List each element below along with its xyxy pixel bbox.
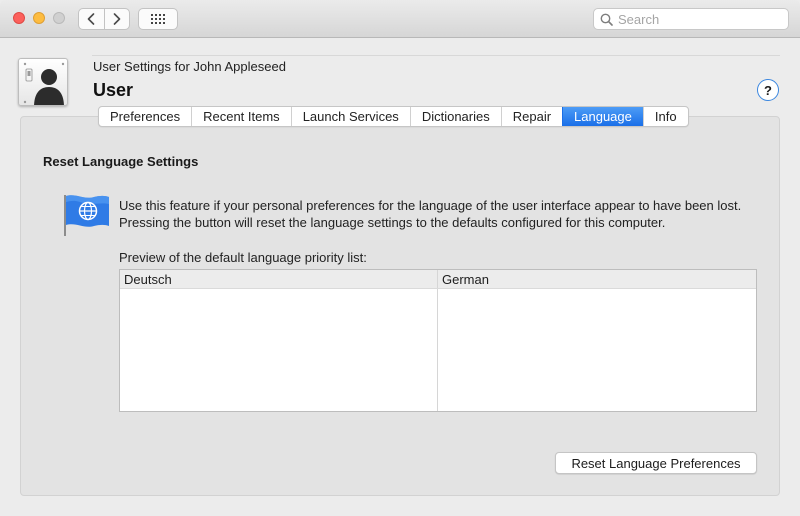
preview-label: Preview of the default language priority… [119,250,367,265]
tab-info[interactable]: Info [642,107,688,126]
show-all-grid-icon [151,14,165,24]
chevron-right-icon [113,13,121,25]
language-priority-table[interactable]: Deutsch German [119,269,757,412]
search-field[interactable] [593,8,789,30]
table-column-english [438,289,756,411]
header-divider [92,55,780,56]
globe-flag-icon [62,192,110,238]
tab-dictionaries[interactable]: Dictionaries [409,107,501,126]
toolbar [0,0,800,38]
description-text: Use this feature if your personal prefer… [119,198,742,230]
minimize-window-button[interactable] [33,12,45,24]
search-icon [600,13,613,26]
zoom-window-button [53,12,65,24]
page-subtitle: User Settings for John Appleseed [93,59,286,74]
search-input[interactable] [618,11,778,27]
tab-bar: Preferences Recent Items Launch Services… [98,106,689,127]
forward-button[interactable] [103,9,130,29]
table-body [120,289,756,411]
close-window-button[interactable] [13,12,25,24]
tab-launch-services[interactable]: Launch Services [290,107,410,126]
chevron-left-icon [87,13,95,25]
page-title: User [93,80,134,100]
back-button[interactable] [79,9,104,29]
user-account-icon [18,58,68,106]
back-forward-group [78,8,130,30]
reset-language-button[interactable]: Reset Language Preferences [555,452,757,474]
tab-language[interactable]: Language [562,107,643,126]
column-header-english[interactable]: German [438,270,756,288]
section-title: Reset Language Settings [43,154,199,169]
tab-preferences[interactable]: Preferences [99,107,191,126]
show-all-button[interactable] [138,8,178,30]
help-button[interactable]: ? [757,79,779,101]
tab-recent-items[interactable]: Recent Items [191,107,291,126]
table-column-native [120,289,438,411]
tab-repair[interactable]: Repair [500,107,562,126]
table-header: Deutsch German [120,270,756,289]
column-header-native[interactable]: Deutsch [120,270,438,288]
app-window: User Settings for John Appleseed User ? … [0,0,800,516]
